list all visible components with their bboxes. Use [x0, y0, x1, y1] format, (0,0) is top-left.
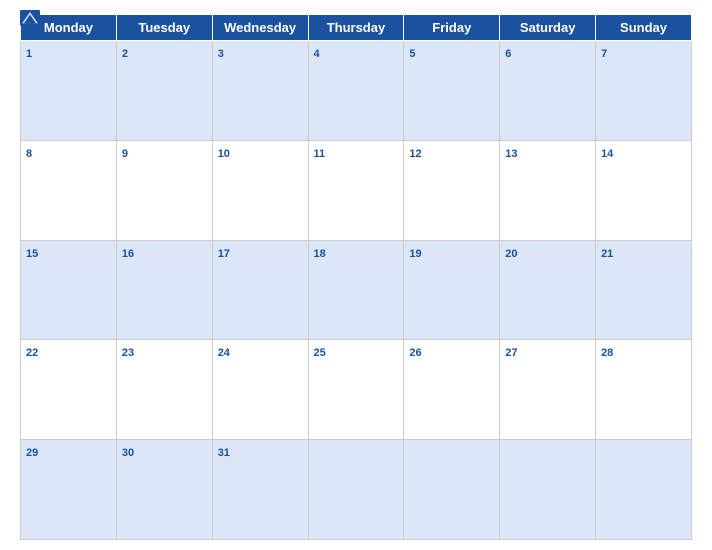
calendar-day-cell: 16: [116, 240, 212, 340]
calendar-day-cell: 9: [116, 140, 212, 240]
day-number: 16: [122, 248, 134, 260]
weekday-header-row: MondayTuesdayWednesdayThursdayFridaySatu…: [21, 15, 692, 41]
day-number: 2: [122, 48, 128, 60]
day-number: 7: [601, 48, 607, 60]
calendar-day-cell: 12: [404, 140, 500, 240]
calendar-day-cell: 6: [500, 41, 596, 141]
calendar-day-cell: [308, 440, 404, 540]
day-number: 30: [122, 447, 134, 459]
weekday-header-tuesday: Tuesday: [116, 15, 212, 41]
calendar-day-cell: 26: [404, 340, 500, 440]
day-number: 28: [601, 347, 613, 359]
day-number: 12: [409, 148, 421, 160]
day-number: 9: [122, 148, 128, 160]
calendar-day-cell: 2: [116, 41, 212, 141]
day-number: 22: [26, 347, 38, 359]
day-number: 23: [122, 347, 134, 359]
calendar-day-cell: 22: [21, 340, 117, 440]
day-number: 20: [505, 248, 517, 260]
day-number: 19: [409, 248, 421, 260]
calendar-day-cell: [596, 440, 692, 540]
calendar-day-cell: 21: [596, 240, 692, 340]
day-number: 21: [601, 248, 613, 260]
calendar-day-cell: 5: [404, 41, 500, 141]
day-number: 29: [26, 447, 38, 459]
day-number: 10: [218, 148, 230, 160]
calendar-day-cell: 23: [116, 340, 212, 440]
calendar-day-cell: 4: [308, 41, 404, 141]
day-number: 14: [601, 148, 613, 160]
calendar-day-cell: 19: [404, 240, 500, 340]
calendar-day-cell: [500, 440, 596, 540]
day-number: 25: [314, 347, 326, 359]
day-number: 27: [505, 347, 517, 359]
weekday-header-sunday: Sunday: [596, 15, 692, 41]
day-number: 26: [409, 347, 421, 359]
weekday-header-wednesday: Wednesday: [212, 15, 308, 41]
calendar-day-cell: 11: [308, 140, 404, 240]
day-number: 8: [26, 148, 32, 160]
day-number: 15: [26, 248, 38, 260]
calendar-week-row: 15 16 17 18 19 20 21: [21, 240, 692, 340]
calendar-day-cell: 7: [596, 41, 692, 141]
day-number: 4: [314, 48, 320, 60]
day-number: 31: [218, 447, 230, 459]
calendar-day-cell: 14: [596, 140, 692, 240]
calendar-day-cell: 30: [116, 440, 212, 540]
calendar-day-cell: 31: [212, 440, 308, 540]
day-number: 13: [505, 148, 517, 160]
calendar-day-cell: 15: [21, 240, 117, 340]
day-number: 1: [26, 48, 32, 60]
day-number: 6: [505, 48, 511, 60]
calendar-day-cell: 29: [21, 440, 117, 540]
calendar-table: MondayTuesdayWednesdayThursdayFridaySatu…: [20, 14, 692, 540]
weekday-header-saturday: Saturday: [500, 15, 596, 41]
day-number: 17: [218, 248, 230, 260]
calendar-week-row: 29 30 31: [21, 440, 692, 540]
calendar-day-cell: 24: [212, 340, 308, 440]
calendar-day-cell: 27: [500, 340, 596, 440]
calendar-day-cell: 25: [308, 340, 404, 440]
calendar-day-cell: 3: [212, 41, 308, 141]
day-number: 3: [218, 48, 224, 60]
calendar-day-cell: 20: [500, 240, 596, 340]
day-number: 24: [218, 347, 230, 359]
calendar-day-cell: 28: [596, 340, 692, 440]
logo: [20, 10, 42, 26]
general-blue-icon: [20, 10, 40, 26]
calendar-week-row: 22 23 24 25 26 27 28: [21, 340, 692, 440]
day-number: 18: [314, 248, 326, 260]
weekday-header-thursday: Thursday: [308, 15, 404, 41]
calendar-day-cell: 17: [212, 240, 308, 340]
calendar-week-row: 8 9 10 11 12 13 14: [21, 140, 692, 240]
calendar-day-cell: 1: [21, 41, 117, 141]
day-number: 11: [314, 148, 326, 160]
calendar-day-cell: 18: [308, 240, 404, 340]
calendar-day-cell: 13: [500, 140, 596, 240]
weekday-header-friday: Friday: [404, 15, 500, 41]
calendar-day-cell: 8: [21, 140, 117, 240]
calendar-week-row: 1 2 3 4 5 6 7: [21, 41, 692, 141]
calendar-day-cell: 10: [212, 140, 308, 240]
calendar-day-cell: [404, 440, 500, 540]
day-number: 5: [409, 48, 415, 60]
